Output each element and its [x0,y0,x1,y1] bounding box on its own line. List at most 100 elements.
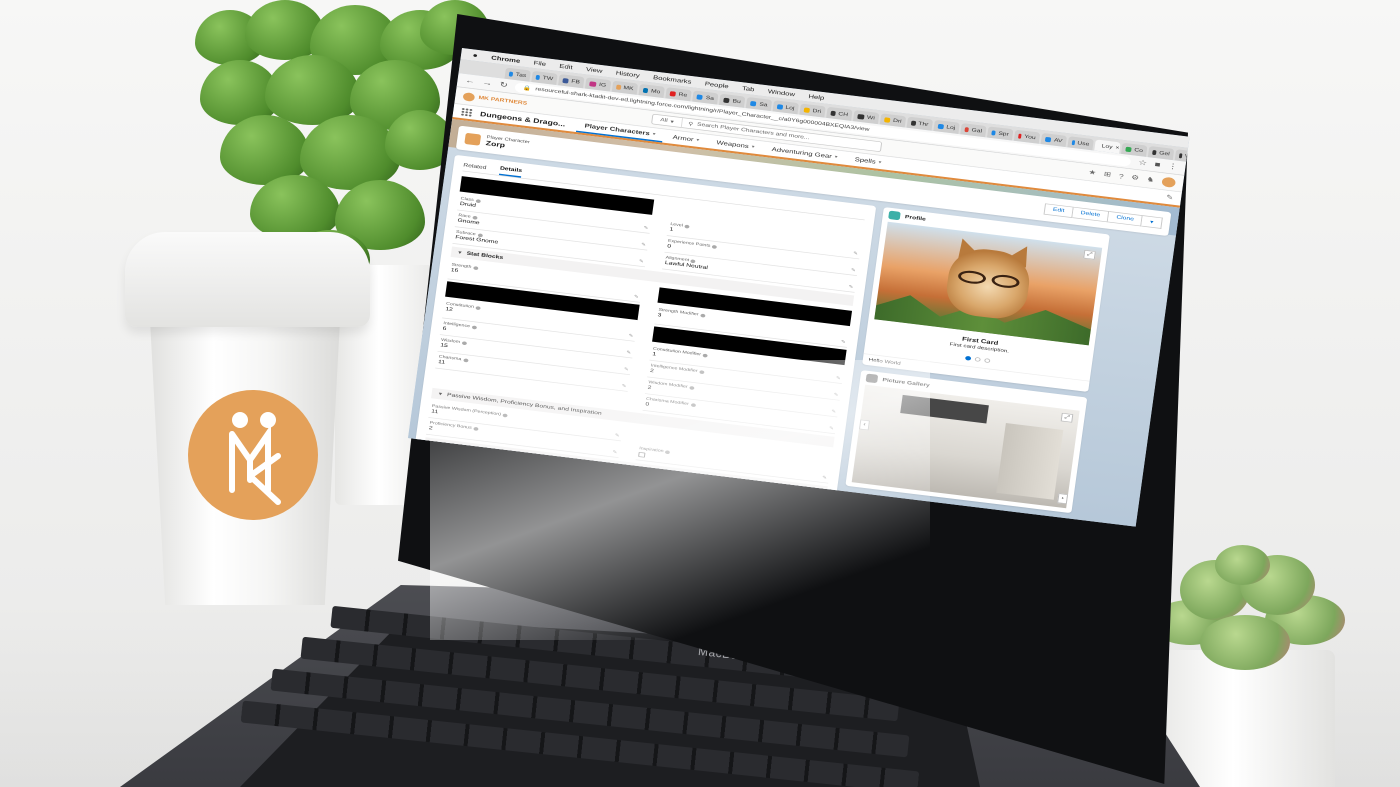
add-icon[interactable]: ⊞ [1103,170,1111,179]
carousel-dot[interactable] [984,358,991,364]
chevron-down-icon[interactable]: ▾ [652,131,656,137]
info-icon[interactable] [689,385,695,390]
info-icon[interactable] [665,449,671,454]
info-icon[interactable] [712,244,718,249]
pencil-icon[interactable]: ✎ [841,339,846,345]
help-icon[interactable]: ? [1118,172,1124,180]
pencil-icon[interactable]: ✎ [612,449,617,455]
tab-details[interactable]: Details [499,165,523,178]
info-icon[interactable] [699,369,705,374]
favicon-icon [642,87,649,93]
menu-item[interactable]: Edit [559,62,573,70]
tab-related[interactable]: Related [463,163,487,173]
info-icon[interactable] [700,313,706,318]
bell-icon[interactable]: ♞ [1146,175,1155,184]
more-actions-button[interactable]: ▾ [1141,215,1163,229]
pencil-icon[interactable]: ✎ [851,268,856,273]
clone-button[interactable]: Clone [1107,211,1144,227]
info-icon[interactable] [475,198,481,203]
pencil-icon[interactable]: ✎ [822,475,827,481]
gallery-cabinet-shape [996,423,1064,500]
pencil-icon[interactable]: ✎ [626,350,631,356]
info-icon[interactable] [462,357,469,363]
info-icon[interactable] [473,265,479,270]
info-icon[interactable] [472,215,478,220]
favicon-icon [830,110,836,116]
chevron-down-icon[interactable]: ▾ [834,154,838,160]
favicon-icon [1178,152,1183,159]
favicon-icon [857,113,865,120]
pencil-icon[interactable]: ✎ [634,294,639,300]
previous-image-button[interactable]: ‹ [859,419,870,431]
info-icon[interactable] [477,232,483,238]
favicon-icon [1152,149,1157,155]
menu-item[interactable]: File [533,59,546,67]
mk-logo-icon [462,91,476,102]
info-icon[interactable] [702,353,708,358]
bookmark-star-icon[interactable]: ☆ [1138,159,1148,168]
expand-icon[interactable]: ⤢ [1060,412,1074,423]
favicon-icon [776,103,783,110]
coffee-cup-lid [125,232,370,327]
info-icon[interactable] [502,413,508,418]
profile-card-title: Profile [904,214,927,222]
next-image-button[interactable]: › [1057,493,1069,505]
pencil-icon[interactable]: ✎ [621,383,626,389]
menu-item[interactable]: Tab [742,85,755,93]
carousel-dot[interactable] [974,356,981,362]
info-icon[interactable] [690,258,697,264]
chevron-down-icon[interactable]: ▾ [878,160,882,165]
inspiration-checkbox[interactable] [638,451,646,458]
avatar[interactable] [1161,176,1177,188]
search-scope-dropdown[interactable]: All ▾ [651,114,684,128]
menu-item[interactable]: Window [767,88,795,98]
favicon-icon [535,74,541,80]
chevron-down-icon[interactable]: ▾ [696,138,700,143]
pencil-icon[interactable]: ✎ [614,433,619,438]
pencil-icon[interactable]: ✎ [836,375,841,381]
info-icon[interactable] [690,402,696,407]
forward-icon[interactable]: → [482,79,493,88]
delete-button[interactable]: Delete [1072,206,1110,223]
info-icon[interactable] [461,340,468,345]
favicon-icon [615,84,621,90]
menu-dots-icon[interactable]: ⋮ [1167,162,1178,171]
favicon-icon [562,77,569,84]
gear-icon[interactable]: ⚙ [1131,174,1140,183]
info-icon[interactable] [473,426,479,431]
sidebar-panel: Profile ⤢ First Card First card descript… [843,207,1110,527]
reload-icon[interactable]: ↻ [499,81,508,90]
info-icon[interactable] [471,325,477,330]
browser-tab[interactable]: WO [1174,149,1189,162]
lock-icon: 🔒 [522,85,532,92]
app-launcher-icon[interactable] [460,107,474,117]
pencil-icon[interactable]: ✎ [829,426,834,431]
pencil-icon[interactable]: ✎ [641,242,646,248]
menu-item[interactable]: History [615,69,640,78]
pencil-icon[interactable]: ✎ [848,284,853,290]
chevron-down-icon[interactable]: ▾ [751,144,755,150]
menu-item[interactable]: View [586,66,603,74]
close-icon[interactable]: × [1115,145,1120,150]
pencil-icon[interactable]: ✎ [831,409,836,415]
extension-icon[interactable]: ■ [1154,161,1161,169]
pencil-icon[interactable]: ✎ [853,251,858,257]
pencil-icon[interactable]: ✎ [833,392,838,398]
info-icon[interactable] [684,224,690,229]
edit-button[interactable]: Edit [1043,203,1074,218]
pencil-icon[interactable]: ✎ [639,259,644,264]
pencil-icon[interactable]: ✎ [628,333,633,339]
menu-item[interactable]: People [704,80,729,89]
carousel-dot[interactable] [964,355,972,361]
favorites-icon[interactable]: ★ [1088,168,1097,177]
menu-item[interactable]: Help [808,93,825,101]
info-icon[interactable] [475,305,481,310]
back-icon[interactable]: ← [465,77,476,86]
camera-icon [888,210,901,221]
expand-icon[interactable]: ⤢ [1083,249,1096,260]
apple-icon[interactable]: ● [472,51,478,59]
favicon-icon [964,126,970,133]
edit-nav-icon[interactable]: ✎ [1166,193,1174,202]
pencil-icon[interactable]: ✎ [624,367,629,372]
pencil-icon[interactable]: ✎ [643,225,648,231]
